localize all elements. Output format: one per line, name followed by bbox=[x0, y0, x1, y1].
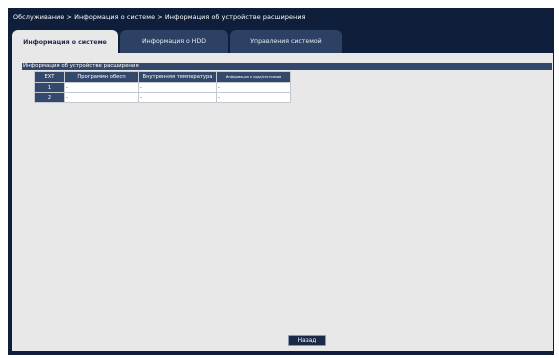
col-header-software: Программн обесп bbox=[64, 71, 139, 83]
table-row: 1 - - - bbox=[34, 82, 291, 93]
breadcrumb: Обслуживание > Информация о системе > Ин… bbox=[13, 13, 306, 21]
row-ext-number: 2 bbox=[34, 92, 65, 103]
tab-system-info[interactable]: Информация о системе bbox=[12, 30, 118, 54]
extension-table: EXT Программн обесп Внутренняя температу… bbox=[34, 71, 291, 103]
cell-software: - bbox=[64, 82, 139, 93]
cell-temperature: - bbox=[138, 92, 217, 103]
col-header-ext: EXT bbox=[34, 71, 65, 83]
cell-software: - bbox=[64, 92, 139, 103]
content-panel: Информация об устройстве расширения EXT … bbox=[12, 53, 553, 351]
cell-status: - bbox=[216, 82, 291, 93]
row-ext-number: 1 bbox=[34, 82, 65, 93]
main-window: Обслуживание > Информация о системе > Ин… bbox=[8, 8, 554, 355]
cell-status: - bbox=[216, 92, 291, 103]
section-header: Информация об устройстве расширения bbox=[22, 63, 552, 70]
table-header-row: EXT Программн обесп Внутренняя температу… bbox=[34, 71, 291, 83]
cell-temperature: - bbox=[138, 82, 217, 93]
back-button[interactable]: Назад bbox=[288, 335, 326, 346]
table-row: 2 - - - bbox=[34, 92, 291, 103]
col-header-status: Информация о ходе/состоянии bbox=[216, 71, 291, 83]
tab-system-management[interactable]: Управления системой bbox=[230, 30, 342, 53]
tab-hdd-info[interactable]: Информация о HDD bbox=[120, 30, 228, 53]
col-header-temperature: Внутренняя температура bbox=[138, 71, 217, 83]
